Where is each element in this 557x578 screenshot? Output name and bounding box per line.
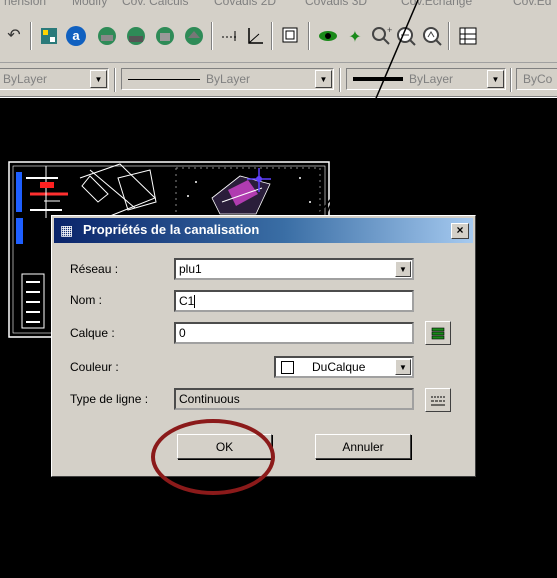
calque-input[interactable]: 0 bbox=[174, 322, 414, 344]
type-ligne-field: Continuous bbox=[174, 388, 414, 410]
calque-value: 0 bbox=[179, 326, 186, 340]
chevron-down-icon[interactable]: ▼ bbox=[395, 359, 411, 375]
cancel-button-label: Annuler bbox=[342, 439, 384, 454]
ok-highlight-circle bbox=[151, 419, 275, 495]
linetype-picker-button[interactable] bbox=[425, 388, 451, 412]
color-swatch bbox=[281, 361, 294, 374]
linetype-list-icon bbox=[431, 396, 445, 406]
reseau-label: Réseau : bbox=[70, 262, 119, 276]
layers-icon bbox=[431, 327, 445, 340]
type-ligne-label: Type de ligne : bbox=[70, 392, 149, 406]
reseau-value: plu1 bbox=[179, 262, 202, 276]
couleur-select[interactable]: DuCalque ▼ bbox=[274, 356, 414, 378]
text-cursor bbox=[194, 295, 195, 308]
couleur-label: Couleur : bbox=[70, 360, 119, 374]
type-ligne-value: Continuous bbox=[179, 392, 240, 406]
dialog-titlebar[interactable]: ▦ Propriétés de la canalisation × bbox=[54, 218, 473, 243]
reseau-select[interactable]: plu1 ▼ bbox=[174, 258, 414, 280]
couleur-value: DuCalque bbox=[312, 360, 366, 374]
nom-value: C1 bbox=[179, 294, 195, 308]
dialog-title: Propriétés de la canalisation bbox=[83, 222, 260, 237]
nom-label: Nom : bbox=[70, 293, 103, 307]
layer-picker-button[interactable] bbox=[425, 321, 451, 345]
cancel-button[interactable]: Annuler bbox=[315, 434, 411, 459]
dialog-grid-icon: ▦ bbox=[60, 222, 74, 238]
close-button[interactable]: × bbox=[451, 223, 469, 239]
close-icon: × bbox=[456, 223, 464, 237]
nom-input[interactable]: C1 bbox=[174, 290, 414, 312]
chevron-down-icon[interactable]: ▼ bbox=[395, 261, 411, 277]
calque-label: Calque : bbox=[70, 326, 115, 340]
